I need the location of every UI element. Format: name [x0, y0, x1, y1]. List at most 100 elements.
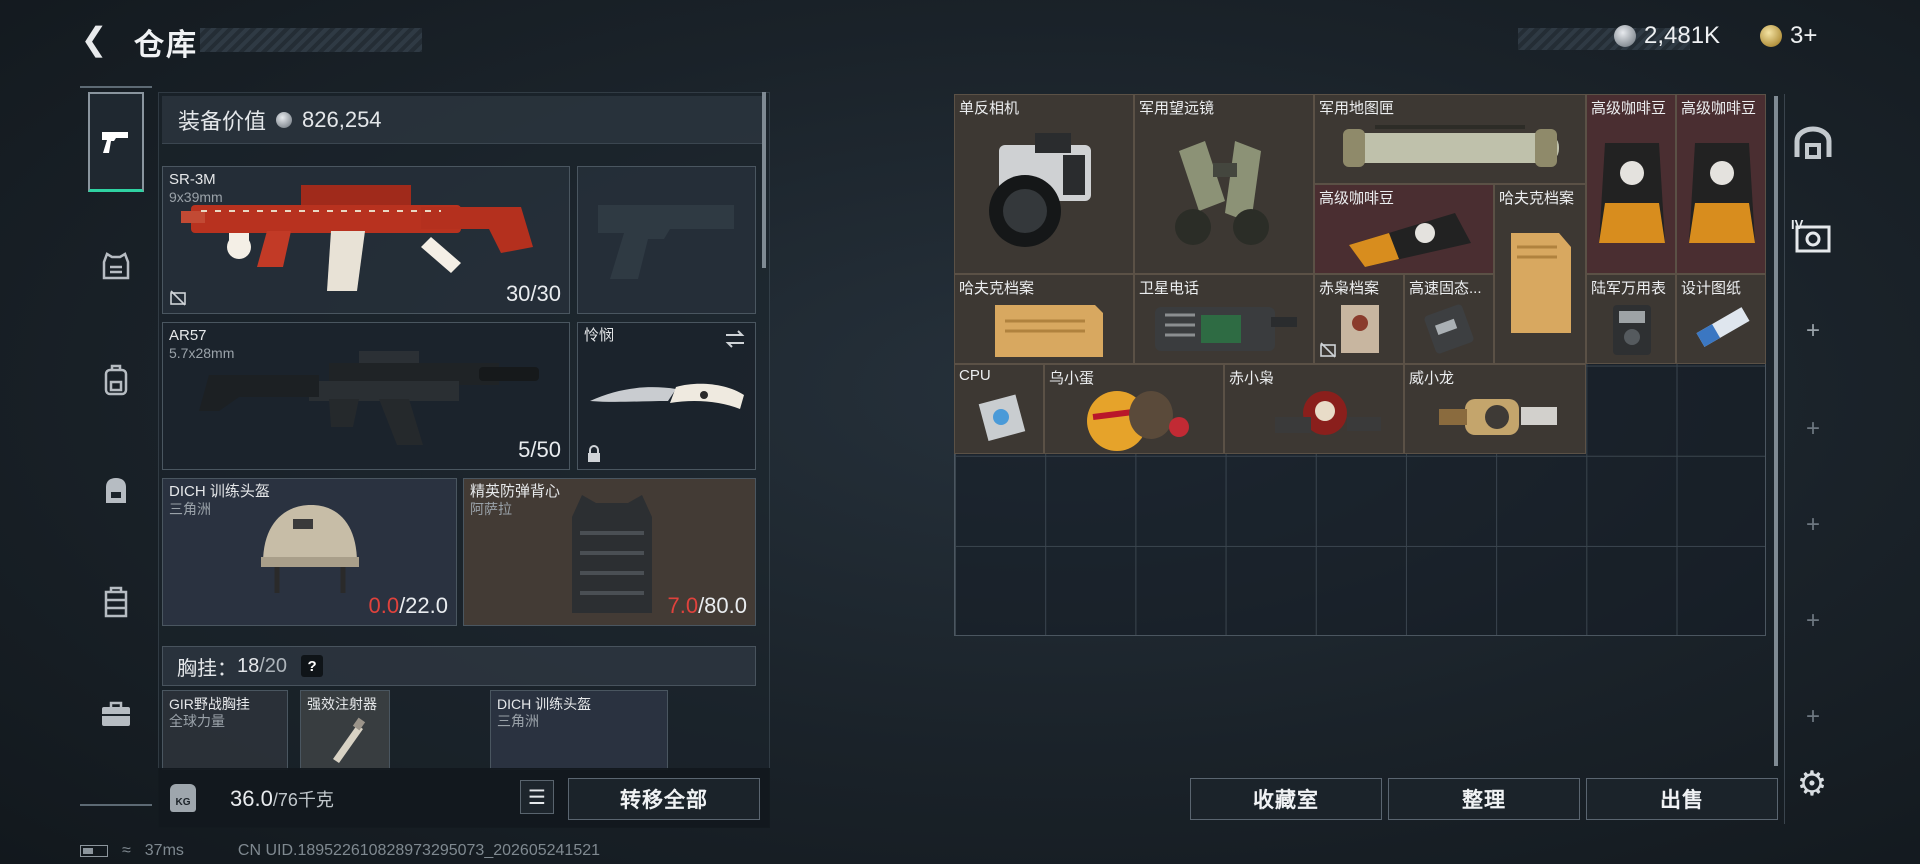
- storage-item[interactable]: 乌小蛋: [1044, 364, 1224, 454]
- storage-item[interactable]: 高级咖啡豆: [1314, 184, 1494, 274]
- sidebar-item-medkit[interactable]: [88, 686, 144, 742]
- storage-item[interactable]: 军用望远镜: [1134, 94, 1314, 274]
- settings-gear-icon[interactable]: ⚙: [1790, 762, 1834, 806]
- vest-icon: [102, 252, 130, 280]
- add-storage-slot[interactable]: +: [1785, 590, 1841, 652]
- item-name: 高级咖啡豆: [1591, 100, 1667, 117]
- storage-item[interactable]: 卫星电话: [1134, 274, 1314, 364]
- add-storage-slot[interactable]: +: [1785, 398, 1841, 460]
- list-view-button[interactable]: ☰: [520, 780, 554, 814]
- silver-coin-icon: [1614, 25, 1636, 47]
- token-display[interactable]: 3+: [1760, 22, 1817, 50]
- no-insurance-icon: [1320, 342, 1336, 358]
- helmet-slot[interactable]: DICH 训练头盔 三角洲 0.0/22.0: [162, 478, 457, 626]
- storage-item[interactable]: 赤枭档案: [1314, 274, 1404, 364]
- storage-item[interactable]: 设计图纸: [1676, 274, 1766, 364]
- weight-icon: KG: [170, 784, 196, 812]
- pistol-slot-empty[interactable]: [577, 166, 756, 314]
- money-display[interactable]: 2,481K: [1614, 22, 1720, 50]
- vest-origin: 阿萨拉: [470, 501, 512, 517]
- helmet-origin: 三角洲: [169, 501, 211, 517]
- storage-item[interactable]: 赤小枭: [1224, 364, 1404, 454]
- sidebar-item-weapons[interactable]: [88, 92, 144, 192]
- sort-button[interactable]: 整理: [1388, 778, 1580, 820]
- primary-weapon-slot[interactable]: SR-3M 9x39mm 30/30: [162, 166, 570, 314]
- storage-item[interactable]: 高级咖啡豆: [1676, 94, 1766, 274]
- rig-helmet-name: DICH 训练头盔: [497, 696, 592, 712]
- item-name: 军用望远镜: [1139, 100, 1215, 117]
- storage-item[interactable]: 高级咖啡豆: [1586, 94, 1676, 274]
- plus-icon: +: [1805, 511, 1820, 538]
- item-name: 卫星电话: [1139, 280, 1200, 297]
- rig-item-injector[interactable]: 强效注射器: [300, 690, 390, 770]
- collection-room-button[interactable]: 收藏室: [1190, 778, 1382, 820]
- sidebar-item-armor[interactable]: [88, 238, 144, 294]
- equipment-value-bar: 装备价值 826,254: [162, 96, 762, 144]
- silver-coin-icon: [276, 111, 293, 128]
- injector-name: 强效注射器: [307, 696, 377, 712]
- melee-slot[interactable]: 怜悯: [577, 322, 756, 470]
- secondary-weapon-slot[interactable]: AR57 5.7x28mm 5/50: [162, 322, 570, 470]
- storage-item[interactable]: 哈夫克档案: [1494, 184, 1586, 364]
- storage-tab-bunker[interactable]: [1785, 112, 1841, 174]
- gold-token-icon: [1760, 25, 1782, 47]
- vest-durability: 7.0/80.0: [667, 593, 747, 619]
- ammo-count: 30/30: [505, 281, 561, 306]
- folder-image: [995, 305, 1103, 357]
- storage-item[interactable]: 陆军万用表: [1586, 274, 1676, 364]
- medkit-icon: [102, 701, 130, 726]
- chest-rig-origin: 全球力量: [169, 713, 225, 729]
- page-title: 仓库: [134, 29, 198, 62]
- equipment-value: 826,254: [302, 106, 382, 132]
- chest-rig-capacity: /20: [259, 654, 288, 677]
- case-icon: [104, 586, 128, 618]
- equipment-scrollbar[interactable]: [762, 92, 766, 268]
- folder-image: [1511, 233, 1571, 333]
- chest-rig-name: GIR野战胸挂: [169, 696, 250, 712]
- plus-icon: +: [1805, 317, 1820, 344]
- item-name: CPU: [959, 367, 991, 384]
- binoculars-image: [1175, 141, 1269, 245]
- chest-rig-label: 胸挂：: [177, 657, 237, 680]
- backpack-icon: [104, 364, 128, 396]
- storage-item[interactable]: 威小龙: [1404, 364, 1586, 454]
- cpu-image: [978, 394, 1026, 442]
- item-name: 设计图纸: [1681, 280, 1742, 297]
- storage-item[interactable]: 高速固态...: [1404, 274, 1494, 364]
- vest-slot[interactable]: 精英防弹背心 阿萨拉 7.0/80.0: [463, 478, 756, 626]
- swap-icon[interactable]: [723, 329, 747, 349]
- chest-rig-slot[interactable]: GIR野战胸挂 全球力量: [162, 690, 288, 770]
- ammo-count: 5/50: [518, 437, 561, 462]
- storage-item[interactable]: 单反相机: [954, 94, 1134, 274]
- storage-scrollbar[interactable]: [1774, 96, 1778, 766]
- add-storage-slot[interactable]: +: [1785, 494, 1841, 556]
- helmet-durability: 0.0/22.0: [368, 593, 448, 619]
- vest-image: [572, 495, 652, 613]
- help-icon[interactable]: ?: [301, 655, 324, 677]
- storage-item[interactable]: 哈夫克档案: [954, 274, 1134, 364]
- sell-button[interactable]: 出售: [1586, 778, 1778, 820]
- knife-image: [590, 383, 744, 409]
- sidebar-item-bag[interactable]: [88, 462, 144, 518]
- storage-item[interactable]: 军用地图匣: [1314, 94, 1586, 184]
- sidebar-item-case[interactable]: [88, 574, 144, 630]
- equipment-value-label: 装备价值: [178, 108, 267, 134]
- ar57-rifle-image: [199, 351, 539, 445]
- rig-helmet-origin: 三角洲: [497, 713, 539, 729]
- sidebar-item-backpack[interactable]: [88, 352, 144, 408]
- storage-item[interactable]: CPU: [954, 364, 1044, 454]
- transfer-all-button[interactable]: 转移全部: [568, 778, 760, 820]
- item-name: 赤枭档案: [1319, 280, 1380, 297]
- sidebar-frame-top: [80, 86, 152, 88]
- status-bar: ≈ 37ms CN UID.1895226108289732​95073_202…: [80, 842, 600, 860]
- vest-durability-max: /80.0: [698, 593, 747, 618]
- storage-tab-safe[interactable]: IV: [1785, 204, 1841, 266]
- money-value: 2,481K: [1644, 22, 1721, 49]
- item-name: 哈夫克档案: [1499, 190, 1575, 207]
- add-storage-slot[interactable]: +: [1785, 300, 1841, 362]
- add-storage-slot[interactable]: +: [1785, 686, 1841, 748]
- bag-icon: [106, 478, 126, 503]
- back-arrow-icon[interactable]: ❮: [76, 20, 112, 58]
- chest-rig-bar: 胸挂： 18 /20 ?: [162, 646, 756, 686]
- rig-item-helmet[interactable]: DICH 训练头盔 三角洲: [490, 690, 668, 770]
